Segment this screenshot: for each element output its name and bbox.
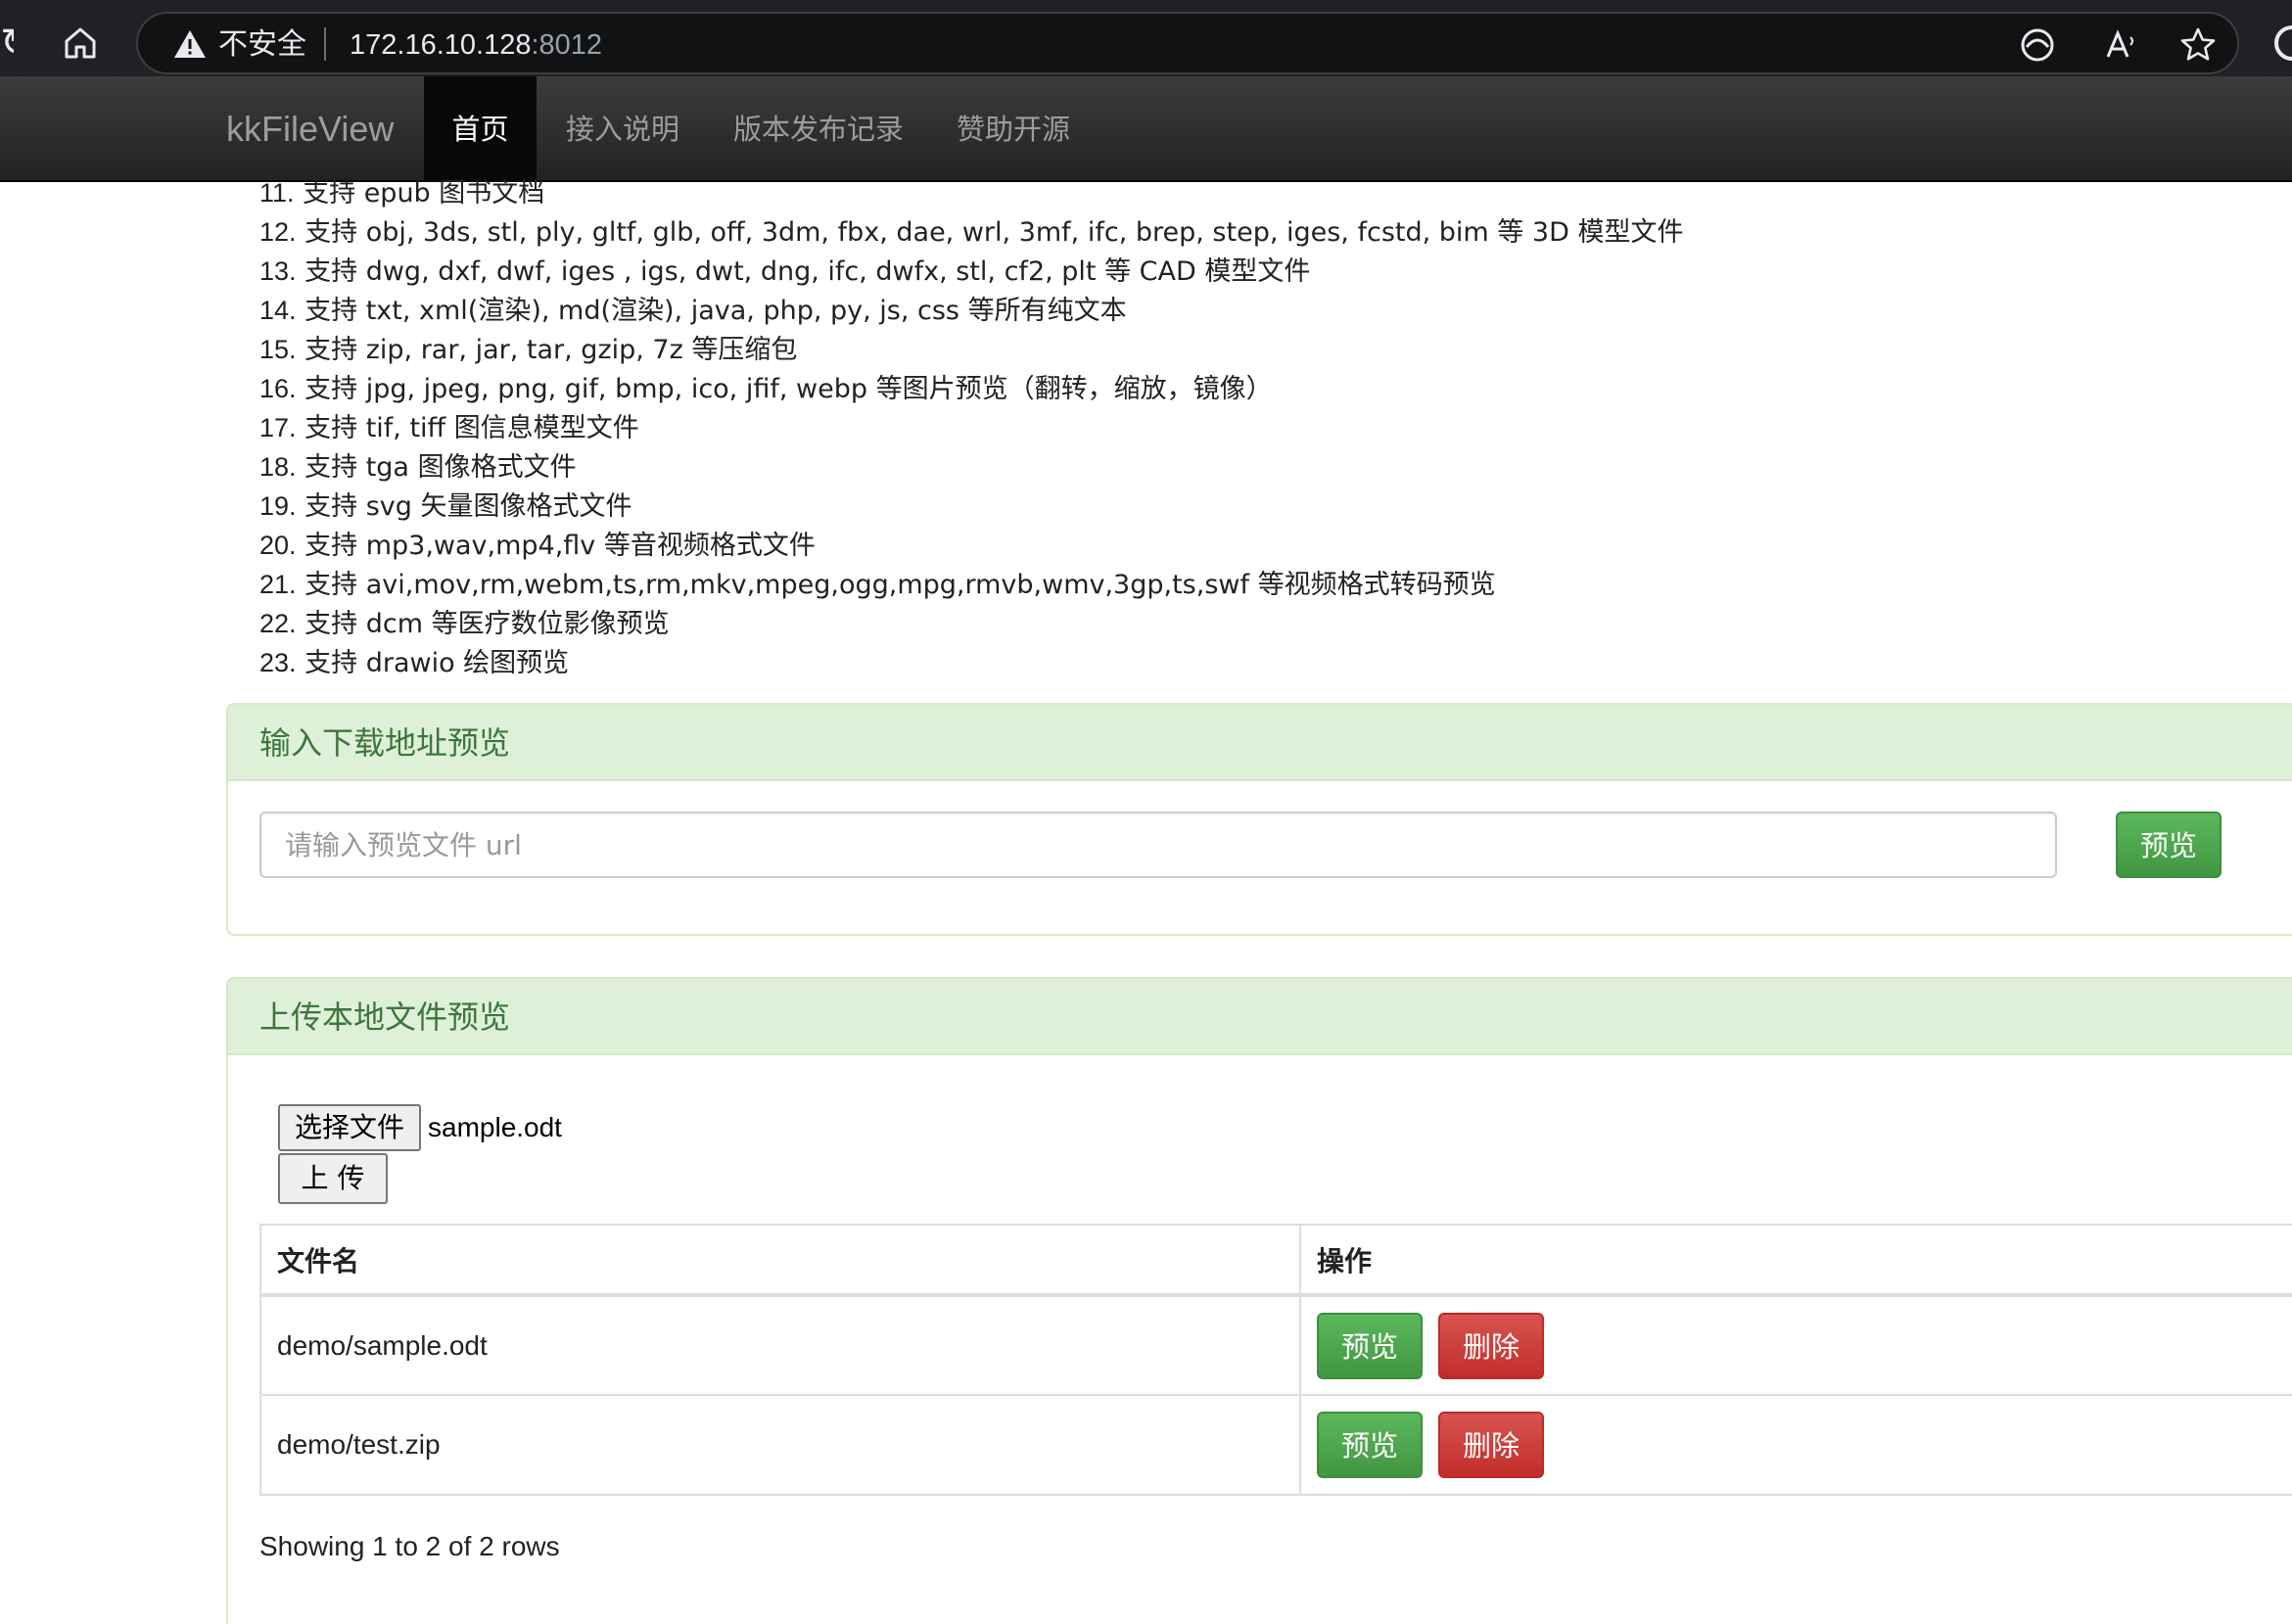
preview-file-button[interactable]: 预览 — [1317, 1412, 1423, 1478]
column-header-actions: 操作 — [1299, 1224, 2292, 1297]
feature-text: 支持 tga 图像格式文件 — [296, 452, 577, 483]
feature-text: 支持 txt, xml(渲染), md(渲染), java, php, py, … — [296, 296, 1127, 326]
nav-item-sponsor[interactable]: 赞助开源 — [957, 76, 1070, 180]
feature-number: 14. — [259, 296, 297, 325]
warning-icon[interactable] — [173, 29, 207, 59]
feature-item: 19. 支持 svg 矢量图像格式文件 — [259, 487, 2218, 526]
url-port: :8012 — [531, 29, 603, 61]
url-preview-panel: 输入下载地址预览 预览 — [226, 703, 2292, 936]
preview-url-input[interactable] — [259, 812, 2057, 878]
feature-item: 12. 支持 obj, 3ds, stl, ply, gltf, glb, of… — [259, 212, 2218, 252]
feature-text: 支持 zip, rar, jar, tar, gzip, 7z 等压缩包 — [296, 335, 798, 365]
feature-text: 支持 obj, 3ds, stl, ply, gltf, glb, off, 3… — [296, 217, 1684, 248]
choose-file-button[interactable]: 选择文件 — [278, 1104, 421, 1151]
upload-preview-panel: 上传本地文件预览 选择文件 sample.odt 上 传 文件名 操作 demo… — [226, 977, 2292, 1624]
feature-item: 21. 支持 avi,mov,rm,webm,ts,rm,mkv,mpeg,og… — [259, 565, 2218, 604]
feature-item: 20. 支持 mp3,wav,mp4,flv 等音视频格式文件 — [259, 526, 2218, 565]
table-row: demo/test.zip 预览 删除 — [259, 1394, 2292, 1496]
feature-number: 18. — [259, 452, 297, 482]
profile-icon[interactable] — [2269, 20, 2292, 67]
feature-number: 22. — [259, 609, 297, 638]
url-host: 172.16.10.128 — [350, 29, 532, 61]
url-text[interactable]: 172.16.10.128:8012 — [350, 25, 602, 65]
table-row: demo/sample.odt 预览 删除 — [259, 1294, 2292, 1396]
actions-cell: 预览 删除 — [1299, 1294, 2292, 1396]
table-header-row: 文件名 操作 — [259, 1224, 2292, 1297]
feature-number: 16. — [259, 374, 297, 403]
actions-cell: 预览 删除 — [1299, 1394, 2292, 1496]
feature-text: 支持 tif, tiff 图信息模型文件 — [296, 413, 639, 443]
feature-number: 11. — [259, 178, 295, 208]
feature-text: 支持 svg 矢量图像格式文件 — [296, 491, 632, 522]
feature-number: 13. — [259, 256, 297, 286]
feature-number: 19. — [259, 491, 297, 521]
file-name-cell: demo/sample.odt — [259, 1294, 1301, 1396]
chosen-file-name: sample.odt — [428, 1112, 562, 1142]
feature-item: 13. 支持 dwg, dxf, dwf, iges , igs, dwt, d… — [259, 252, 2218, 291]
feature-number: 15. — [259, 335, 297, 364]
nav-item-home[interactable]: 首页 — [424, 76, 537, 180]
home-icon[interactable] — [57, 20, 104, 67]
feature-text: 支持 dcm 等医疗数位影像预览 — [296, 609, 670, 639]
column-header-filename[interactable]: 文件名 — [259, 1224, 1301, 1297]
nav-item-integration[interactable]: 接入说明 — [566, 76, 679, 180]
feature-list: 11. 支持 epub 图书文档 12. 支持 obj, 3ds, stl, pl… — [259, 173, 2218, 682]
pagination-info: Showing 1 to 2 of 2 rows — [259, 1531, 560, 1561]
feature-number: 17. — [259, 413, 297, 442]
file-table: 文件名 操作 demo/sample.odt 预览 删除 demo/test.zi… — [259, 1224, 2292, 1496]
reload-icon[interactable]: ↻ — [0, 20, 14, 67]
feature-item: 17. 支持 tif, tiff 图信息模型文件 — [259, 408, 2218, 447]
feature-item: 23. 支持 drawio 绘图预览 — [259, 643, 2218, 682]
feature-item: 18. 支持 tga 图像格式文件 — [259, 447, 2218, 487]
feature-text: 支持 dwg, dxf, dwf, iges , igs, dwt, dng, … — [296, 256, 1311, 287]
feature-text: 支持 drawio 绘图预览 — [296, 648, 570, 678]
feature-item: 15. 支持 zip, rar, jar, tar, gzip, 7z 等压缩包 — [259, 330, 2218, 369]
edge-icon[interactable] — [2018, 25, 2057, 65]
favorite-star-icon[interactable] — [2178, 25, 2218, 65]
feature-item: 11. 支持 epub 图书文档 — [259, 173, 2218, 212]
address-divider — [324, 27, 326, 61]
feature-text: 支持 mp3,wav,mp4,flv 等音视频格式文件 — [296, 531, 816, 561]
upload-button[interactable]: 上 传 — [278, 1153, 388, 1204]
nav-brand[interactable]: kkFileView — [226, 110, 394, 149]
address-bar[interactable]: 不安全 172.16.10.128:8012 — [136, 12, 2239, 74]
preview-url-button[interactable]: 预览 — [2116, 812, 2222, 878]
upload-panel-title: 上传本地文件预览 — [228, 979, 2292, 1055]
file-name-cell: demo/test.zip — [259, 1394, 1301, 1496]
read-aloud-icon[interactable] — [2102, 25, 2141, 65]
feature-text: 支持 avi,mov,rm,webm,ts,rm,mkv,mpeg,ogg,mp… — [296, 570, 1496, 600]
url-preview-panel-title: 输入下载地址预览 — [228, 705, 2292, 781]
feature-item: 16. 支持 jpg, jpeg, png, gif, bmp, ico, jf… — [259, 369, 2218, 408]
browser-toolbar: ↻ 不安全 172.16.10.128:8012 — [0, 0, 2292, 88]
feature-number: 12. — [259, 217, 297, 247]
preview-file-button[interactable]: 预览 — [1317, 1312, 1423, 1379]
feature-number: 23. — [259, 648, 297, 677]
feature-item: 22. 支持 dcm 等医疗数位影像预览 — [259, 604, 2218, 643]
feature-number: 20. — [259, 531, 297, 560]
feature-text: 支持 jpg, jpeg, png, gif, bmp, ico, jfif, … — [296, 374, 1273, 404]
feature-text: 支持 epub 图书文档 — [294, 178, 545, 209]
security-label[interactable]: 不安全 — [218, 25, 306, 65]
feature-item: 14. 支持 txt, xml(渲染), md(渲染), java, php, … — [259, 291, 2218, 330]
delete-file-button[interactable]: 删除 — [1438, 1412, 1544, 1478]
nav-item-release-notes[interactable]: 版本发布记录 — [733, 76, 904, 180]
site-navbar: kkFileView 首页 接入说明 版本发布记录 赞助开源 — [0, 76, 2292, 182]
delete-file-button[interactable]: 删除 — [1438, 1312, 1544, 1379]
feature-number: 21. — [259, 570, 297, 599]
